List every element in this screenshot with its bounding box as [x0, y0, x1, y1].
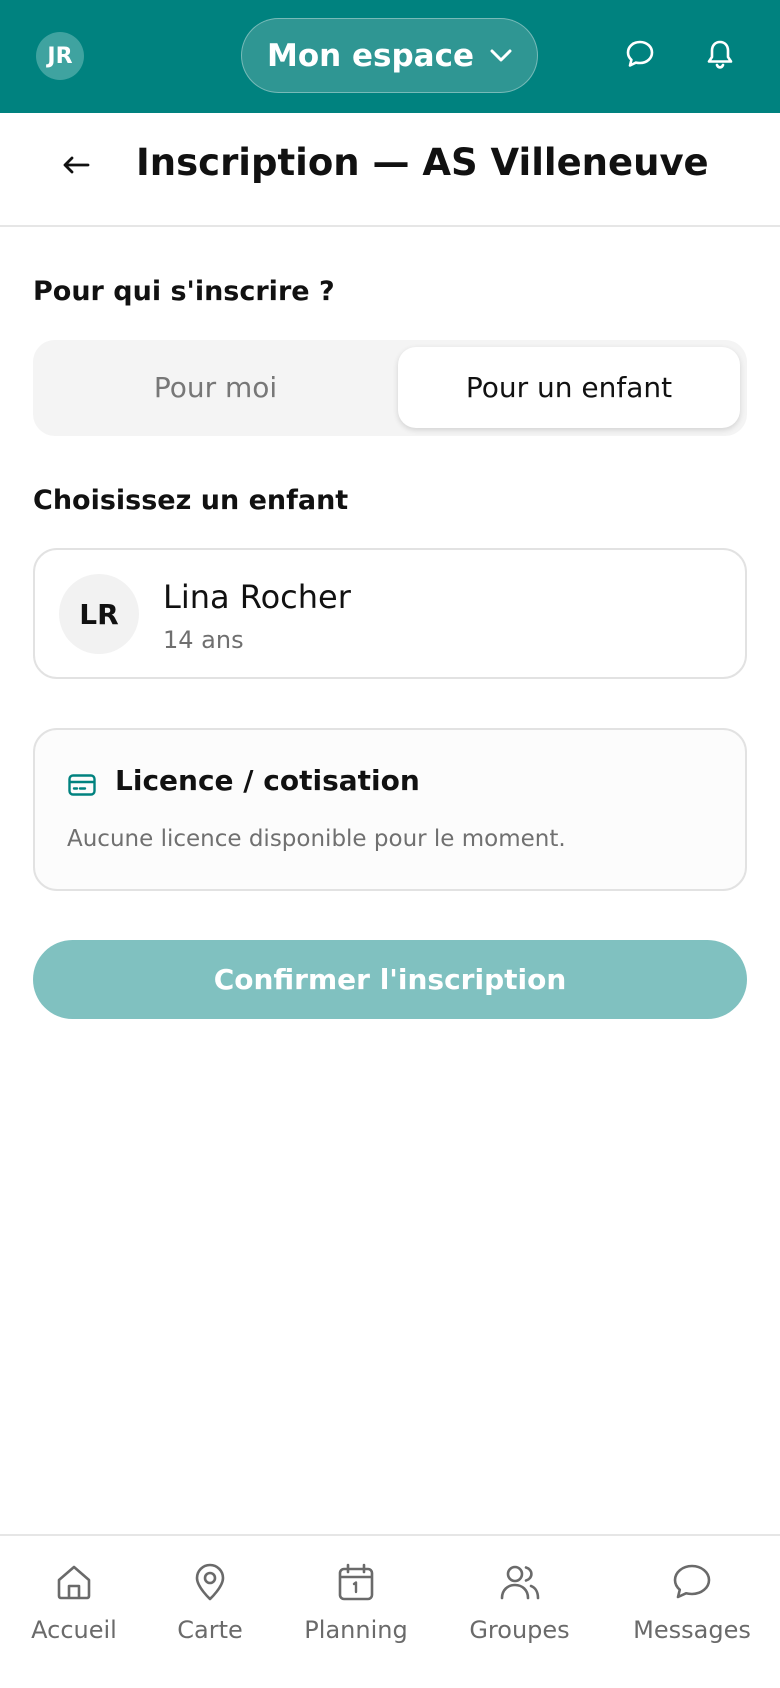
user-avatar[interactable]: JR — [36, 32, 84, 80]
nav-item-accueil[interactable]: Accueil — [24, 1560, 124, 1670]
child-card[interactable]: LR Lina Rocher 14 ans — [33, 548, 747, 679]
app-root: JR Mon espace Inscription — AS Villeneuv — [0, 0, 780, 1688]
chat-icon — [670, 1560, 714, 1604]
top-header: JR Mon espace — [0, 0, 780, 113]
user-avatar-initials: JR — [47, 43, 73, 69]
child-avatar-initials: LR — [79, 597, 119, 631]
home-icon — [52, 1560, 96, 1604]
licence-empty-text: Aucune licence disponible pour le moment… — [67, 826, 566, 852]
page-title: Inscription — AS Villeneuve — [136, 141, 709, 184]
who-segmented-control: Pour moi Pour un enfant — [33, 340, 747, 436]
calendar-icon — [334, 1560, 378, 1604]
option-pour-un-enfant[interactable]: Pour un enfant — [398, 347, 740, 428]
nav-label-groupes: Groupes — [469, 1616, 570, 1644]
child-name: Lina Rocher — [163, 578, 351, 616]
header-chat-button[interactable] — [620, 36, 660, 76]
nav-label-messages: Messages — [633, 1616, 751, 1644]
confirm-registration-button[interactable]: Confirmer l'inscription — [33, 940, 747, 1019]
header-notifications-button[interactable] — [700, 36, 740, 76]
option-pour-moi-label: Pour moi — [153, 371, 278, 404]
nav-label-accueil: Accueil — [31, 1616, 117, 1644]
nav-label-carte: Carte — [177, 1616, 243, 1644]
arrow-left-icon — [62, 155, 90, 179]
nav-item-planning[interactable]: Planning — [296, 1560, 416, 1670]
bottom-navigation: Accueil Carte Planning Groupes Messages — [0, 1534, 780, 1688]
child-section-label: Choisissez un enfant — [33, 485, 349, 516]
licence-title: Licence / cotisation — [115, 764, 420, 797]
users-icon — [498, 1560, 542, 1604]
chat-icon — [624, 38, 656, 74]
back-button[interactable] — [52, 143, 100, 191]
child-age: 14 ans — [163, 626, 244, 654]
nav-item-carte[interactable]: Carte — [160, 1560, 260, 1670]
card-icon — [67, 770, 97, 800]
page-title-bar: Inscription — AS Villeneuve — [0, 113, 780, 227]
who-section-label: Pour qui s'inscrire ? — [33, 276, 335, 307]
space-switcher-label: Mon espace — [267, 37, 474, 74]
child-avatar: LR — [59, 574, 139, 654]
nav-label-planning: Planning — [304, 1616, 408, 1644]
chevron-down-icon — [490, 49, 512, 63]
space-switcher-button[interactable]: Mon espace — [241, 18, 538, 93]
licence-card: Licence / cotisation Aucune licence disp… — [33, 728, 747, 891]
bell-icon — [705, 38, 735, 74]
option-pour-moi[interactable]: Pour moi — [41, 347, 390, 428]
map-pin-icon — [188, 1560, 232, 1604]
option-pour-un-enfant-label: Pour un enfant — [465, 371, 673, 404]
nav-item-messages[interactable]: Messages — [622, 1560, 762, 1670]
nav-item-groupes[interactable]: Groupes — [462, 1560, 577, 1670]
